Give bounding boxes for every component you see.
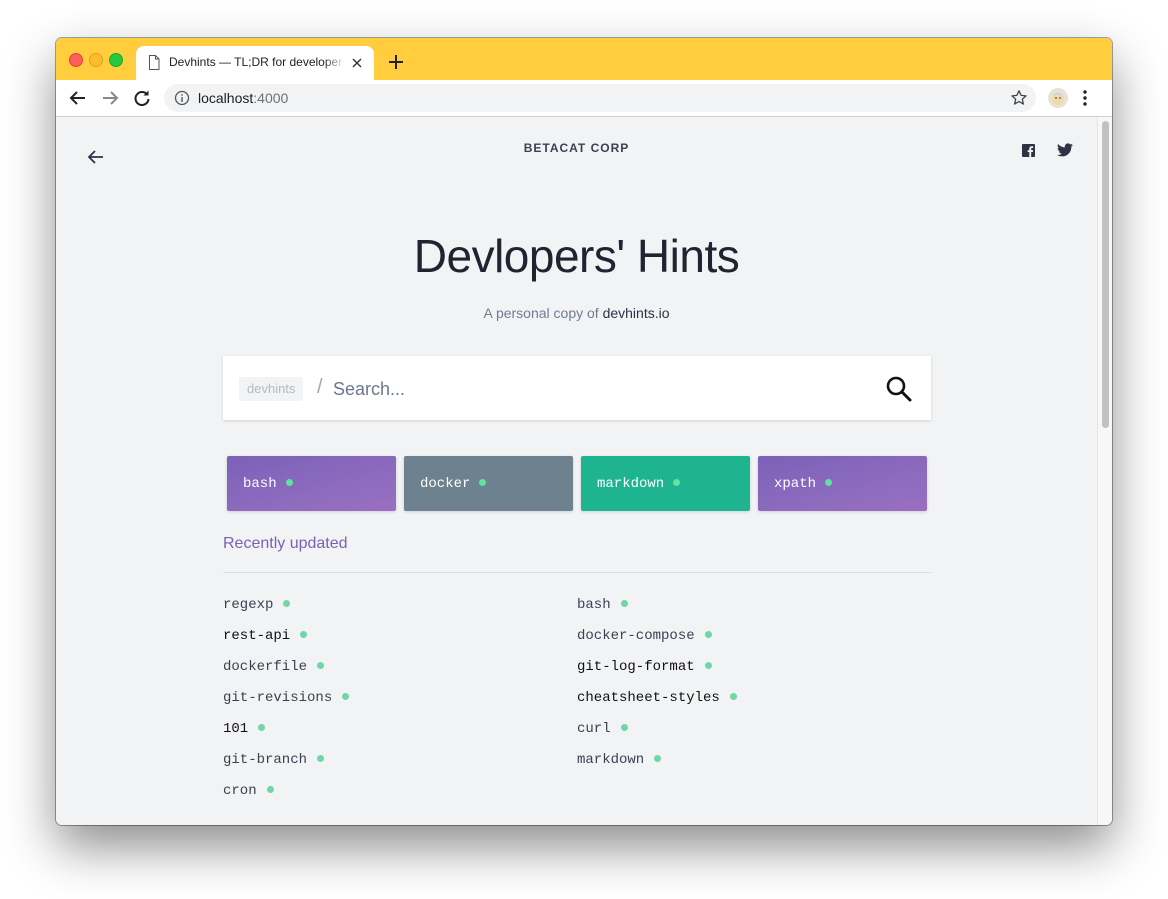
tab-strip: Devhints — TL;DR for developer cheatshee…	[56, 38, 1112, 80]
minimize-window-button[interactable]	[89, 53, 103, 67]
status-dot	[825, 479, 833, 486]
tab-title: Devhints — TL;DR for developer cheatshee…	[169, 55, 345, 69]
search-icon[interactable]	[885, 375, 913, 403]
url-port: :4000	[253, 90, 289, 106]
page-content: BETACAT CORP Devlopers' Hints A personal…	[56, 117, 1097, 825]
page-subtitle: A personal copy of devhints.io	[56, 305, 1097, 321]
featured-card-docker[interactable]: docker	[404, 456, 573, 511]
list-item-rest-api[interactable]: rest-api	[223, 628, 308, 644]
card-label: markdown	[597, 476, 681, 492]
section-divider	[223, 572, 931, 573]
forward-icon[interactable]	[100, 88, 120, 108]
list-item-git-log-format[interactable]: git-log-format	[577, 659, 712, 675]
page-title: Devlopers' Hints	[413, 230, 740, 282]
status-dot	[283, 600, 291, 607]
maximize-window-button[interactable]	[109, 53, 123, 67]
list-item-cheatsheet-styles[interactable]: cheatsheet-styles	[577, 690, 737, 706]
avatar-face-icon	[1052, 92, 1064, 105]
subtitle-text: A personal copy of	[483, 305, 599, 321]
list-item-101[interactable]: 101	[223, 721, 266, 737]
status-dot	[673, 479, 681, 486]
bookmark-star-icon[interactable]	[1010, 89, 1028, 107]
list-item-label: markdown	[577, 752, 645, 768]
list-item-markdown[interactable]: markdown	[577, 752, 662, 768]
list-item-label: git-log-format	[577, 659, 695, 675]
card-label: xpath	[774, 476, 833, 492]
featured-card-xpath[interactable]: xpath	[758, 456, 927, 511]
status-dot	[266, 786, 274, 793]
status-dot	[620, 600, 628, 607]
status-dot	[258, 724, 266, 731]
facebook-icon[interactable]	[1022, 144, 1035, 157]
new-tab-icon[interactable]	[386, 52, 406, 72]
list-item-git-branch[interactable]: git-branch	[223, 752, 325, 768]
card-label: bash	[243, 476, 293, 492]
card-text: markdown	[597, 476, 665, 492]
card-text: bash	[243, 476, 277, 492]
search-prefix: devhints	[239, 377, 304, 401]
card-label: docker	[420, 476, 487, 492]
list-item-label: cron	[223, 783, 257, 799]
address-bar[interactable]: localhost:4000	[164, 84, 1036, 112]
search-box[interactable]: devhints /	[223, 356, 931, 420]
search-input[interactable]	[331, 372, 835, 406]
status-dot	[654, 755, 662, 762]
list-item-label: rest-api	[223, 628, 291, 644]
list-item-label: regexp	[223, 597, 274, 613]
list-item-curl[interactable]: curl	[577, 721, 628, 737]
status-dot	[317, 755, 325, 762]
devhints-link[interactable]: devhints.io	[603, 305, 670, 321]
list-item-label: dockerfile	[223, 659, 308, 675]
browser-toolbar: localhost:4000	[56, 80, 1112, 117]
list-item-label: docker-compose	[577, 628, 695, 644]
featured-card-markdown[interactable]: markdown	[581, 456, 750, 511]
status-dot	[704, 631, 712, 638]
browser-window: Devhints — TL;DR for developer cheatshee…	[56, 38, 1112, 825]
reload-icon[interactable]	[132, 88, 152, 108]
status-dot	[342, 693, 350, 700]
list-item-label: cheatsheet-styles	[577, 690, 720, 706]
page-scrollbar[interactable]	[1097, 117, 1112, 825]
profile-avatar[interactable]	[1048, 88, 1068, 108]
list-item-cron[interactable]: cron	[223, 783, 274, 799]
list-item-dockerfile[interactable]: dockerfile	[223, 659, 325, 675]
list-item-label: 101	[223, 721, 249, 737]
site-brand[interactable]: BETACAT CORP	[56, 141, 1097, 155]
scrollbar-thumb[interactable]	[1102, 121, 1109, 428]
twitter-icon[interactable]	[1057, 143, 1073, 157]
list-item-bash[interactable]: bash	[577, 597, 628, 613]
url-host: localhost	[198, 90, 254, 106]
status-dot	[620, 724, 628, 731]
browser-tab[interactable]: Devhints — TL;DR for developer cheatshee…	[136, 46, 374, 80]
recently-updated-title: Recently updated	[223, 535, 348, 552]
status-dot	[300, 631, 308, 638]
status-dot	[317, 662, 325, 669]
more-menu-icon[interactable]	[1082, 88, 1088, 108]
list-item-docker-compose[interactable]: docker-compose	[577, 628, 712, 644]
featured-card-bash[interactable]: bash	[227, 456, 396, 511]
status-dot	[704, 662, 712, 669]
url-text: localhost:4000	[198, 90, 288, 106]
list-item-label: git-branch	[223, 752, 308, 768]
search-slash: /	[317, 376, 323, 398]
list-item-label: bash	[577, 597, 611, 613]
back-icon[interactable]	[68, 88, 88, 108]
close-window-button[interactable]	[69, 53, 83, 67]
list-item-label: git-revisions	[223, 690, 333, 706]
list-item-git-revisions[interactable]: git-revisions	[223, 690, 350, 706]
list-item-regexp[interactable]: regexp	[223, 597, 291, 613]
card-text: docker	[420, 476, 471, 492]
status-dot	[285, 479, 293, 486]
info-icon[interactable]	[174, 90, 190, 106]
close-tab-icon[interactable]	[350, 56, 364, 70]
status-dot	[729, 693, 737, 700]
document-icon	[149, 55, 160, 70]
card-text: xpath	[774, 476, 817, 492]
list-item-label: curl	[577, 721, 611, 737]
status-dot	[479, 479, 487, 486]
